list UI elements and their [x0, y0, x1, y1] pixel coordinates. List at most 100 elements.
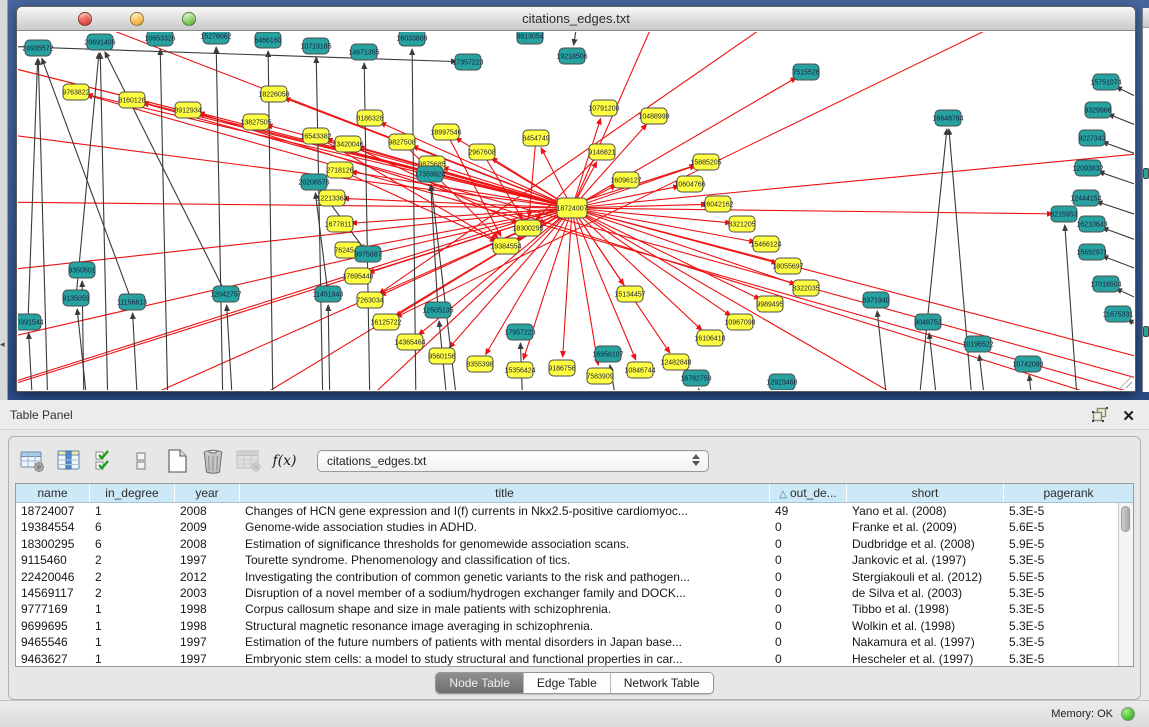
graph-edge[interactable] [1102, 256, 1134, 277]
table-cell[interactable]: 18724007 [16, 503, 90, 519]
graph-node[interactable]: 9350501 [68, 262, 95, 278]
graph-node[interactable]: 9560156 [428, 348, 455, 364]
graph-edge[interactable] [227, 305, 233, 390]
table-cell[interactable]: Hescheler et al. (1997) [847, 651, 1004, 666]
graph-edge[interactable] [572, 152, 1134, 208]
table-cell[interactable]: 1 [90, 503, 175, 519]
graph-edge[interactable] [529, 138, 536, 217]
graph-edge[interactable] [38, 59, 48, 390]
table-cell[interactable]: 2008 [175, 503, 240, 519]
graph-edge[interactable] [1128, 319, 1134, 337]
column-checks-button[interactable] [91, 448, 118, 475]
graph-node[interactable]: 16125722 [370, 314, 401, 330]
citation-network-graph[interactable]: 1872400718300295193845549763822816012889… [18, 32, 1134, 390]
graph-edge[interactable] [328, 305, 330, 390]
graph-node[interactable]: 17957223 [504, 324, 535, 340]
table-cell[interactable]: 1 [90, 618, 175, 634]
graph-node[interactable]: 19384554 [490, 238, 521, 254]
graph-node[interactable]: 16958107 [592, 346, 623, 362]
table-cell[interactable]: 22420046 [16, 569, 90, 585]
table-cell[interactable]: 2 [90, 569, 175, 585]
graph-node[interactable]: 24935572 [22, 40, 53, 56]
table-cell[interactable]: Tibbo et al. (1998) [847, 601, 1004, 617]
table-cell[interactable]: 0 [770, 585, 847, 601]
graph-edge[interactable] [18, 208, 572, 342]
table-cell[interactable]: Wolkin et al. (1998) [847, 618, 1004, 634]
table-cell[interactable]: 1 [90, 651, 175, 666]
graph-node[interactable]: 12923468 [766, 374, 797, 390]
column-header-in_degree[interactable]: in_degree [90, 484, 175, 502]
table-cell[interactable]: Tourette syndrome. Phenomenology and cla… [240, 552, 770, 568]
table-cell[interactable]: 19384554 [16, 519, 90, 535]
graph-node[interactable]: 2718126 [326, 162, 353, 178]
graph-node[interactable]: 16543382 [300, 128, 331, 144]
table-cell[interactable]: 1 [90, 634, 175, 650]
table-cell[interactable]: 6 [90, 536, 175, 552]
graph-node[interactable]: 16042162 [702, 196, 733, 212]
table-cell[interactable]: 5.3E-5 [1004, 503, 1118, 519]
table-cell[interactable]: 1997 [175, 552, 240, 568]
table-cell[interactable]: Genome-wide association studies in ADHD. [240, 519, 770, 535]
graph-edge[interactable] [1029, 375, 1033, 390]
graph-node[interactable]: 9989495 [756, 296, 783, 312]
graph-node[interactable]: 16778117 [325, 216, 356, 232]
graph-edge[interactable] [216, 47, 223, 390]
table-cell[interactable]: 1997 [175, 634, 240, 650]
table-cell[interactable]: 2008 [175, 536, 240, 552]
table-row[interactable]: 1872400712008Changes of HCN gene express… [16, 503, 1118, 519]
graph-node[interactable]: 18226058 [258, 86, 289, 102]
graph-edge[interactable] [160, 49, 168, 390]
table-selector[interactable]: citations_edges.txt [317, 450, 709, 472]
table-row[interactable]: 1456911722003Disruption of a novel membe… [16, 585, 1118, 601]
graph-node[interactable]: 15356424 [504, 362, 535, 378]
table-cell[interactable]: Franke et al. (2009) [847, 519, 1004, 535]
graph-node[interactable]: 7263034 [356, 292, 383, 308]
graph-node[interactable]: 15692971 [1076, 244, 1107, 260]
table-scrollbar[interactable] [1118, 503, 1133, 666]
show-columns-button[interactable] [55, 448, 82, 475]
table-cell[interactable]: Nakamura et al. (1997) [847, 634, 1004, 650]
graph-node[interactable]: 15751074 [1090, 74, 1121, 90]
graph-edge[interactable] [929, 333, 938, 390]
graph-node[interactable]: 17357223 [452, 54, 483, 70]
graph-node[interactable]: 12093832 [1072, 160, 1103, 176]
graph-node[interactable]: 20691406 [84, 34, 115, 50]
network-canvas[interactable]: 1872400718300295193845549763822816012889… [18, 32, 1134, 390]
graph-node[interactable]: 18724007 [556, 198, 587, 218]
graph-edge[interactable] [28, 59, 38, 322]
table-cell[interactable]: 2003 [175, 585, 240, 601]
table-cell[interactable]: 6 [90, 519, 175, 535]
table-options-button[interactable] [19, 448, 46, 475]
graph-node[interactable]: 8454749 [522, 130, 549, 146]
graph-edge[interactable] [572, 208, 1053, 214]
graph-node[interactable]: 8160128 [118, 92, 145, 108]
table-row[interactable]: 946362711997Embryonic stem cells: a mode… [16, 651, 1118, 666]
table-cell[interactable]: 0 [770, 519, 847, 535]
graph-node[interactable]: 9827508 [388, 134, 415, 150]
graph-node[interactable]: 12505135 [422, 302, 453, 318]
table-row[interactable]: 969969511998Structural magnetic resonanc… [16, 618, 1118, 634]
graph-edge[interactable] [29, 333, 33, 390]
graph-node[interactable]: 23420046 [332, 136, 363, 152]
graph-node[interactable]: 9048752 [914, 314, 941, 330]
graph-node[interactable]: 15885205 [690, 154, 721, 170]
graph-node[interactable]: 18300295 [512, 220, 543, 236]
scrollbar-thumb[interactable] [1121, 506, 1130, 532]
graph-node[interactable]: 16648784 [932, 110, 963, 126]
table-row[interactable]: 977716911998Corpus callosum shape and si… [16, 601, 1118, 617]
graph-node[interactable]: 10846744 [624, 362, 655, 378]
tab-network-table[interactable]: Network Table [610, 673, 713, 693]
graph-edge[interactable] [18, 46, 457, 62]
graph-node[interactable]: 10742093 [1012, 356, 1043, 372]
table-cell[interactable]: 2012 [175, 569, 240, 585]
table-cell[interactable]: 1998 [175, 601, 240, 617]
graph-node[interactable]: 12042757 [210, 286, 241, 302]
graph-edge[interactable] [100, 53, 108, 390]
graph-node[interactable]: 12444154 [1070, 190, 1101, 206]
table-cell[interactable]: 14569117 [16, 585, 90, 601]
graph-node[interactable]: 17695448 [342, 268, 373, 284]
graph-edge[interactable] [699, 389, 704, 390]
splitter-handle[interactable]: ◂ [0, 340, 5, 349]
graph-node[interactable]: 18997546 [430, 124, 461, 140]
table-cell[interactable]: Dudbridge et al. (2008) [847, 536, 1004, 552]
